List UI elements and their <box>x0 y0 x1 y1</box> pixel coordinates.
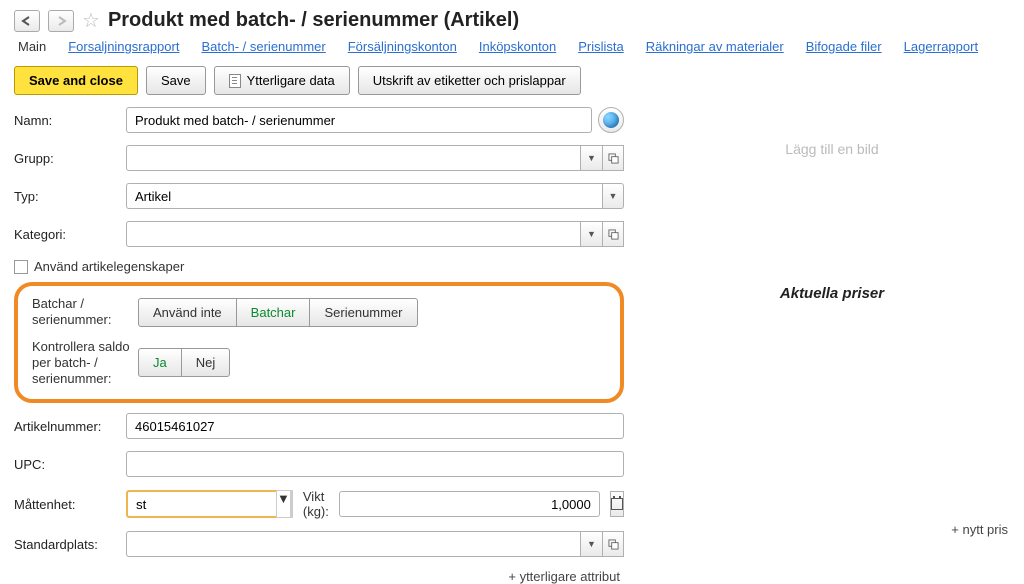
tab-batch-serial[interactable]: Batch- / serienummer <box>201 39 325 54</box>
artno-input[interactable] <box>126 413 624 439</box>
tab-pricelist[interactable]: Prislista <box>578 39 624 54</box>
loc-open[interactable] <box>602 531 624 557</box>
control-yes[interactable]: Ja <box>138 348 182 377</box>
print-labels-button[interactable]: Utskrift av etiketter och prislappar <box>358 66 581 95</box>
tab-stock-report[interactable]: Lagerrapport <box>904 39 978 54</box>
batch-opt-batchar[interactable]: Batchar <box>236 298 311 327</box>
add-image-link[interactable]: Lägg till en bild <box>654 141 1010 157</box>
tab-sales-accounts[interactable]: Försäljningskonton <box>348 39 457 54</box>
save-button[interactable]: Save <box>146 66 206 95</box>
back-button[interactable] <box>14 10 40 32</box>
name-label: Namn: <box>14 113 126 128</box>
batch-opt-serial[interactable]: Serienummer <box>309 298 417 327</box>
group-input[interactable] <box>126 145 580 171</box>
batch-label: Batchar / serienummer: <box>32 296 138 329</box>
upc-label: UPC: <box>14 457 126 472</box>
uom-open[interactable] <box>291 490 293 518</box>
upc-input[interactable] <box>126 451 624 477</box>
tab-purchase-accounts[interactable]: Inköpskonton <box>479 39 556 54</box>
calculator-button[interactable] <box>610 491 624 517</box>
star-icon[interactable]: ☆ <box>82 8 100 33</box>
calculator-icon <box>611 498 623 510</box>
save-close-button[interactable]: Save and close <box>14 66 138 95</box>
more-data-button[interactable]: Ytterligare data <box>214 66 350 95</box>
loc-input[interactable] <box>126 531 580 557</box>
category-input[interactable] <box>126 221 580 247</box>
use-properties-checkbox[interactable] <box>14 260 28 274</box>
tab-bom[interactable]: Räkningar av materialer <box>646 39 784 54</box>
group-dropdown[interactable]: ▼ <box>580 145 602 171</box>
category-open[interactable] <box>602 221 624 247</box>
globe-button[interactable] <box>598 107 624 133</box>
uom-dropdown[interactable]: ▼ <box>276 490 291 518</box>
new-price-link[interactable]: + nytt pris <box>951 522 1008 537</box>
document-icon <box>229 74 241 88</box>
control-no[interactable]: Nej <box>181 348 231 377</box>
category-label: Kategori: <box>14 227 126 242</box>
use-properties-label: Använd artikelegenskaper <box>34 259 184 274</box>
type-label: Typ: <box>14 189 126 204</box>
loc-dropdown[interactable]: ▼ <box>580 531 602 557</box>
group-label: Grupp: <box>14 151 126 166</box>
tab-attachments[interactable]: Bifogade filer <box>806 39 882 54</box>
tab-bar: Main Forsaljningsrapport Batch- / serien… <box>14 39 1010 54</box>
uom-label: Måttenhet: <box>14 497 126 512</box>
batch-opt-none[interactable]: Använd inte <box>138 298 237 327</box>
weight-input[interactable] <box>339 491 600 517</box>
tab-sales-report[interactable]: Forsaljningsrapport <box>68 39 179 54</box>
uom-input[interactable] <box>126 490 276 518</box>
tab-main[interactable]: Main <box>18 39 46 54</box>
artno-label: Artikelnummer: <box>14 419 126 434</box>
page-title: Produkt med batch- / serienummer (Artike… <box>108 9 519 32</box>
current-prices-heading: Aktuella priser <box>654 285 1010 302</box>
group-open[interactable] <box>602 145 624 171</box>
globe-icon <box>603 112 619 128</box>
category-dropdown[interactable]: ▼ <box>580 221 602 247</box>
weight-label: Vikt (kg): <box>303 489 329 519</box>
batch-settings-highlight: Batchar / serienummer: Använd inte Batch… <box>14 282 624 403</box>
forward-button[interactable] <box>48 10 74 32</box>
more-attributes-link[interactable]: + ytterligare attribut <box>508 569 620 584</box>
type-input[interactable] <box>126 183 602 209</box>
control-label: Kontrollera saldo per batch- / serienumm… <box>32 339 138 388</box>
type-dropdown[interactable]: ▼ <box>602 183 624 209</box>
loc-label: Standardplats: <box>14 537 126 552</box>
name-input[interactable] <box>126 107 592 133</box>
